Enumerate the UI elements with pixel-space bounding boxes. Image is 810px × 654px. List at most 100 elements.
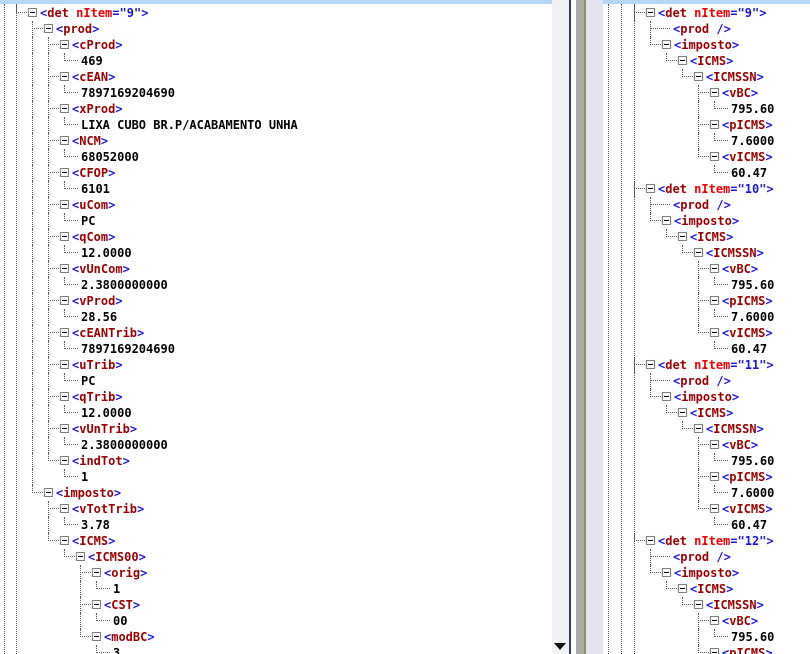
xml-text-value: PC [81, 213, 95, 229]
collapse-toggle-icon[interactable] [662, 216, 671, 225]
collapse-toggle-icon[interactable] [694, 248, 703, 257]
collapse-toggle-icon[interactable] [710, 472, 719, 481]
collapse-toggle-icon[interactable] [92, 632, 101, 641]
collapse-toggle-icon[interactable] [678, 232, 687, 241]
tree-connector [698, 508, 709, 509]
collapse-toggle-icon[interactable] [60, 232, 69, 241]
collapse-toggle-icon[interactable] [60, 392, 69, 401]
collapse-toggle-icon[interactable] [92, 568, 101, 577]
xml-text-value: 7.6000 [731, 310, 775, 324]
tree-connector [698, 133, 699, 149]
tree-connector [634, 364, 645, 365]
collapse-toggle-icon[interactable] [678, 584, 687, 593]
collapse-toggle-icon[interactable] [694, 424, 703, 433]
tree-connector [634, 12, 645, 13]
collapse-toggle-icon[interactable] [662, 568, 671, 577]
xml-element-row: <vProd> [0, 293, 552, 309]
tree-connector [64, 476, 78, 477]
collapse-toggle-icon[interactable] [60, 264, 69, 273]
collapse-toggle-icon[interactable] [60, 424, 69, 433]
collapse-toggle-icon[interactable] [60, 200, 69, 209]
left-vertical-scrollbar[interactable] [552, 0, 569, 654]
collapse-toggle-icon[interactable] [60, 72, 69, 81]
xml-tag-name: CST [111, 598, 133, 612]
collapse-toggle-icon[interactable] [60, 40, 69, 49]
collapse-toggle-icon[interactable] [662, 40, 671, 49]
collapse-toggle-icon[interactable] [710, 120, 719, 129]
tree-connector [64, 92, 78, 93]
tree-connector [96, 652, 110, 653]
close-bracket: > [765, 646, 773, 654]
scrollbar-down-button[interactable] [552, 638, 569, 654]
tree-connector [650, 549, 651, 565]
xml-open-tag: <ICMSSN> [706, 69, 764, 85]
collapse-toggle-icon[interactable] [678, 408, 687, 417]
xml-value-row: 3.78 [0, 517, 552, 533]
collapse-toggle-icon[interactable] [710, 152, 719, 161]
collapse-toggle-icon[interactable] [710, 296, 719, 305]
collapse-toggle-icon[interactable] [646, 184, 655, 193]
collapse-toggle-icon[interactable] [646, 536, 655, 545]
collapse-toggle-icon[interactable] [60, 328, 69, 337]
tree-connector [48, 460, 59, 461]
xml-open-tag: <vICMS> [722, 501, 773, 517]
collapse-toggle-icon[interactable] [710, 648, 719, 654]
tree-connector [666, 412, 677, 413]
collapse-toggle-icon[interactable] [60, 296, 69, 305]
tree-connector [32, 277, 33, 293]
tree-connector [634, 357, 635, 373]
xml-element-row: <vBC> [603, 437, 810, 453]
collapse-toggle-icon[interactable] [662, 392, 671, 401]
close-bracket: > [756, 422, 764, 436]
collapse-toggle-icon[interactable] [710, 504, 719, 513]
collapse-toggle-icon[interactable] [710, 88, 719, 97]
tree-connector [48, 341, 49, 357]
collapse-toggle-icon[interactable] [710, 264, 719, 273]
tree-connector [64, 60, 78, 61]
tree-connector [48, 261, 49, 277]
collapse-toggle-icon[interactable] [710, 328, 719, 337]
xml-element-row: <vTotTrib> [0, 501, 552, 517]
collapse-toggle-icon[interactable] [76, 552, 85, 561]
collapse-toggle-icon[interactable] [678, 56, 687, 65]
left-panel-border [569, 0, 571, 654]
tree-connector [48, 508, 59, 509]
xml-text-value: 2.3800000000 [81, 437, 168, 453]
collapse-toggle-icon[interactable] [60, 168, 69, 177]
tree-connector [32, 149, 33, 165]
close-bracket: > [750, 614, 759, 628]
collapse-toggle-icon[interactable] [60, 504, 69, 513]
collapse-toggle-icon[interactable] [710, 440, 719, 449]
collapse-toggle-icon[interactable] [60, 360, 69, 369]
xml-tag-name: det [665, 358, 687, 372]
tree-connector [682, 252, 693, 253]
tree-connector [48, 44, 59, 45]
xml-attribute-value: 12 [744, 534, 760, 548]
xml-tag-name: ICMS [79, 534, 109, 548]
close-bracket: > [122, 262, 130, 276]
collapse-toggle-icon[interactable] [710, 616, 719, 625]
pane-splitter[interactable] [576, 0, 584, 654]
tree-connector [80, 597, 81, 613]
xml-text-value: 60.47 [731, 518, 768, 532]
collapse-toggle-icon[interactable] [44, 488, 53, 497]
collapse-toggle-icon[interactable] [28, 8, 37, 17]
collapse-toggle-icon[interactable] [60, 456, 69, 465]
tree-connector [682, 428, 693, 429]
collapse-toggle-icon[interactable] [60, 536, 69, 545]
xml-open-tag: <det nItem="9"> [40, 5, 148, 21]
collapse-toggle-icon[interactable] [694, 72, 703, 81]
collapse-toggle-icon[interactable] [60, 104, 69, 113]
collapse-toggle-icon[interactable] [44, 24, 53, 33]
collapse-toggle-icon[interactable] [92, 600, 101, 609]
close-bracket: > [108, 198, 116, 212]
close-bracket: > [113, 486, 122, 500]
selected-row-highlight [0, 0, 552, 4]
collapse-toggle-icon[interactable] [60, 136, 69, 145]
collapse-toggle-icon[interactable] [646, 8, 655, 17]
collapse-toggle-icon[interactable] [646, 360, 655, 369]
tree-connector [48, 373, 49, 389]
xml-tag-name: qCom [79, 230, 109, 244]
collapse-toggle-icon[interactable] [694, 600, 703, 609]
tree-connector [682, 76, 693, 77]
